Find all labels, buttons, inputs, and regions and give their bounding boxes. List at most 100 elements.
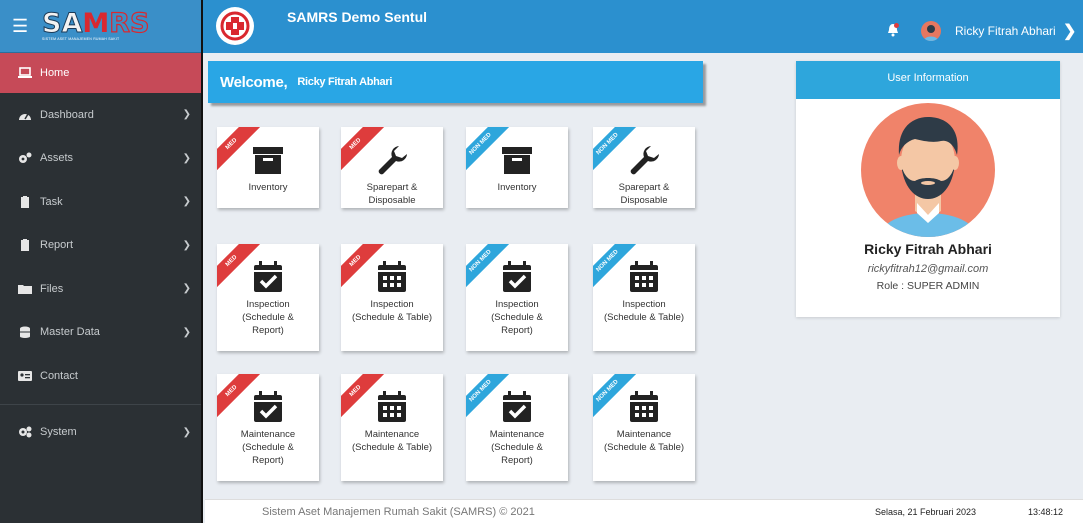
module-tile[interactable]: MED Maintenance (Schedule & Table) bbox=[341, 374, 443, 481]
hamburger-menu-icon[interactable]: ☰ bbox=[12, 16, 32, 37]
tile-label: Maintenance (Schedule & Table) bbox=[341, 428, 443, 454]
sidebar-item-home[interactable]: Home bbox=[0, 53, 201, 93]
module-tile[interactable]: NON MED Inspection (Schedule & Report) bbox=[466, 244, 568, 351]
sidebar-item-contact[interactable]: Contact bbox=[0, 354, 201, 398]
tile-label-line: Maintenance bbox=[489, 429, 545, 440]
calendar-check-icon bbox=[251, 390, 285, 424]
tile-label: Inspection (Schedule & Report) bbox=[217, 298, 319, 337]
chevron-right-icon: ❯ bbox=[182, 283, 191, 295]
tile-label: Inspection (Schedule & Table) bbox=[593, 298, 695, 324]
calendar-grid-icon bbox=[375, 390, 409, 424]
chevron-right-icon[interactable]: ❯ bbox=[1063, 21, 1076, 41]
sidebar-item-label: Contact bbox=[40, 369, 78, 382]
user-avatar[interactable] bbox=[921, 21, 941, 41]
tile-label-line: Inspection bbox=[622, 299, 666, 310]
sidebar-item-label: Task bbox=[40, 195, 63, 208]
clipboard-icon bbox=[21, 239, 29, 252]
profile-avatar bbox=[861, 103, 995, 237]
app-title: SAMRS Demo Sentul bbox=[287, 9, 428, 25]
tile-label-line: (Schedule & bbox=[242, 442, 294, 453]
tile-label-line: (Schedule & bbox=[491, 312, 543, 323]
header-user-name[interactable]: Ricky Fitrah Abhari bbox=[955, 24, 1056, 38]
calendar-check-icon bbox=[251, 260, 285, 294]
tile-label-line: Report) bbox=[252, 455, 284, 466]
user-info-card: User Information Ricky Fitrah Abhari ric… bbox=[796, 61, 1060, 317]
module-tile[interactable]: MED Inventory bbox=[217, 127, 319, 208]
module-tile[interactable]: NON MED Sparepart & Disposable bbox=[593, 127, 695, 208]
tile-label-line: Maintenance bbox=[240, 429, 296, 440]
samrs-logo[interactable]: SAMRS SISTEM ASET MANAJEMEN RUMAH SAKIT bbox=[41, 9, 150, 41]
module-tile[interactable]: NON MED Inventory bbox=[466, 127, 568, 208]
welcome-greeting: Welcome, bbox=[220, 73, 288, 91]
tile-label-line: Report) bbox=[252, 325, 284, 336]
top-header: SAMRS Demo Sentul Ricky Fitrah Abhari ❯ bbox=[203, 0, 1083, 53]
hospital-logo-icon bbox=[216, 7, 254, 45]
tile-label-line: (Schedule & Table) bbox=[351, 312, 433, 323]
tile-label-line: Maintenance bbox=[364, 429, 420, 440]
tile-label-line: Inventory bbox=[248, 182, 288, 193]
tile-label-line: Maintenance bbox=[616, 429, 672, 440]
sidebar-item-label: Report bbox=[40, 239, 74, 252]
module-tile[interactable]: MED Sparepart & Disposable bbox=[341, 127, 443, 208]
tile-label: Sparepart & Disposable bbox=[593, 181, 695, 207]
sidebar-item-system[interactable]: System ❯ bbox=[0, 403, 201, 460]
tile-label-line: Inspection bbox=[246, 299, 290, 310]
module-tile[interactable]: NON MED Maintenance (Schedule & Table) bbox=[593, 374, 695, 481]
footer-copyright: Sistem Aset Manajemen Rumah Sakit (SAMRS… bbox=[262, 506, 535, 518]
tile-label: Sparepart & Disposable bbox=[341, 181, 443, 207]
sidebar-item-task[interactable]: Task ❯ bbox=[0, 180, 201, 224]
chevron-right-icon: ❯ bbox=[182, 109, 191, 121]
tile-label-line: Sparepart & bbox=[618, 182, 670, 193]
sidebar-item-files[interactable]: Files ❯ bbox=[0, 267, 201, 311]
footer: Sistem Aset Manajemen Rumah Sakit (SAMRS… bbox=[205, 499, 1083, 523]
laptop-icon bbox=[18, 67, 32, 78]
sidebar-item-label: Assets bbox=[40, 152, 74, 165]
archive-box-icon bbox=[251, 143, 285, 177]
chevron-right-icon: ❯ bbox=[182, 326, 191, 338]
module-tile[interactable]: MED Maintenance (Schedule & Report) bbox=[217, 374, 319, 481]
sidebar-item-assets[interactable]: Assets ❯ bbox=[0, 137, 201, 181]
chevron-right-icon: ❯ bbox=[182, 239, 191, 251]
sidebar-item-report[interactable]: Report ❯ bbox=[0, 224, 201, 268]
calendar-check-icon bbox=[500, 390, 534, 424]
profile-email: rickyfitrah12@gmail.com bbox=[867, 263, 989, 275]
calendar-grid-icon bbox=[627, 260, 661, 294]
tile-label-line: Inspection bbox=[495, 299, 539, 310]
chevron-right-icon: ❯ bbox=[182, 152, 191, 164]
tile-label: Inspection (Schedule & Table) bbox=[341, 298, 443, 324]
database-icon bbox=[20, 326, 30, 339]
notification-bell-icon[interactable] bbox=[887, 23, 899, 37]
tile-label: Inspection (Schedule & Report) bbox=[466, 298, 568, 337]
chevron-right-icon: ❯ bbox=[182, 426, 191, 438]
folder-icon bbox=[18, 284, 32, 294]
tile-label: Inventory bbox=[466, 181, 568, 194]
welcome-user-name: Ricky Fitrah Abhari bbox=[297, 76, 393, 88]
tile-label-line: Report) bbox=[501, 455, 533, 466]
brand: ☰ SAMRS SISTEM ASET MANAJEMEN RUMAH SAKI… bbox=[0, 0, 201, 53]
sidebar-item-master-data[interactable]: Master Data ❯ bbox=[0, 311, 201, 355]
footer-time: 13:48:12 bbox=[1028, 507, 1064, 517]
tile-label-line: (Schedule & Table) bbox=[603, 442, 685, 453]
calendar-check-icon bbox=[500, 260, 534, 294]
profile-role: Role : SUPER ADMIN bbox=[876, 280, 980, 292]
tile-label-line: (Schedule & bbox=[242, 312, 294, 323]
clipboard-icon bbox=[21, 195, 29, 208]
wrench-icon bbox=[375, 143, 409, 177]
module-tile[interactable]: MED Inspection (Schedule & Table) bbox=[341, 244, 443, 351]
sidebar: ☰ SAMRS SISTEM ASET MANAJEMEN RUMAH SAKI… bbox=[0, 0, 203, 523]
tile-label-line: (Schedule & Table) bbox=[351, 442, 433, 453]
wrench-icon bbox=[627, 143, 661, 177]
module-tile[interactable]: MED Inspection (Schedule & Report) bbox=[217, 244, 319, 351]
user-info-heading: User Information bbox=[796, 61, 1060, 99]
tachometer-icon bbox=[19, 113, 31, 120]
tile-label-line: (Schedule & Table) bbox=[603, 312, 685, 323]
cogs-icon bbox=[19, 152, 32, 164]
module-tile[interactable]: NON MED Maintenance (Schedule & Report) bbox=[466, 374, 568, 481]
sidebar-item-dashboard[interactable]: Dashboard ❯ bbox=[0, 93, 201, 137]
sidebar-item-label: System bbox=[40, 426, 77, 438]
tile-label: Maintenance (Schedule & Report) bbox=[466, 428, 568, 467]
archive-box-icon bbox=[500, 143, 534, 177]
tile-label: Maintenance (Schedule & Table) bbox=[593, 428, 695, 454]
module-tile[interactable]: NON MED Inspection (Schedule & Table) bbox=[593, 244, 695, 351]
sidebar-item-label: Files bbox=[40, 282, 64, 295]
